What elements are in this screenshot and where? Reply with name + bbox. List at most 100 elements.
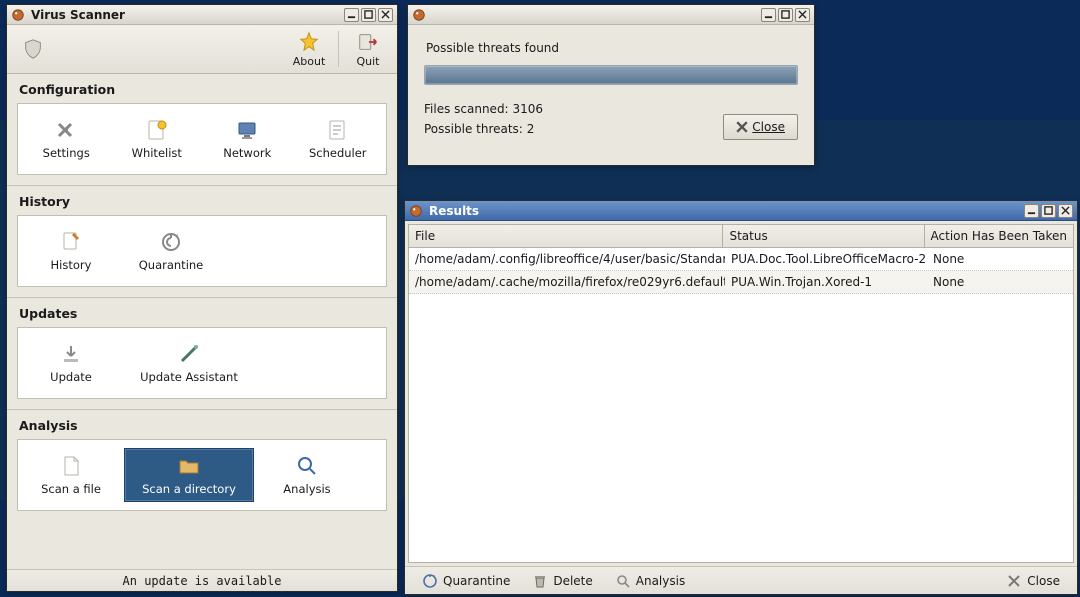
home-button[interactable]	[15, 27, 51, 72]
settings-icon	[54, 118, 78, 142]
footer-analysis-button[interactable]: Analysis	[606, 569, 694, 593]
table-header: File Status Action Has Been Taken	[409, 225, 1073, 248]
progress-bar	[424, 65, 798, 85]
cell-action: None	[927, 271, 1073, 293]
toolbar-separator	[338, 31, 339, 67]
magnifier-icon	[615, 573, 631, 589]
about-label: About	[293, 55, 326, 68]
app-icon	[412, 8, 426, 22]
app-icon	[409, 204, 423, 218]
status-bar: An update is available	[7, 569, 397, 591]
cell-file: /home/adam/.cache/mozilla/firefox/re029y…	[409, 271, 725, 293]
file-icon	[59, 454, 83, 478]
updates-section: Updates Update Update Assistant	[7, 297, 397, 409]
files-scanned-label: Files scanned:	[424, 102, 509, 116]
table-row[interactable]: /home/adam/.cache/mozilla/firefox/re029y…	[409, 271, 1073, 294]
minimize-button[interactable]	[1024, 204, 1039, 218]
quit-label: Quit	[357, 55, 380, 68]
cell-status: PUA.Doc.Tool.LibreOfficeMacro-2	[725, 248, 927, 270]
close-button[interactable]	[1058, 204, 1073, 218]
col-file[interactable]: File	[409, 225, 723, 247]
threats-dialog: Possible threats found Files scanned: 31…	[407, 4, 815, 166]
files-scanned-row: Files scanned: 3106	[424, 99, 723, 119]
quarantine-tile[interactable]: Quarantine	[124, 224, 218, 278]
scanner-toolbar: About Quit	[7, 25, 397, 74]
dialog-close-button[interactable]: Close	[723, 114, 798, 140]
configuration-section: Configuration Settings Whitelist Network…	[7, 74, 397, 185]
analysis-tile[interactable]: Analysis	[260, 448, 354, 502]
results-titlebar[interactable]: Results	[405, 201, 1077, 221]
possible-threats-value: 2	[527, 122, 535, 136]
footer-quarantine-label: Quarantine	[443, 574, 510, 588]
scheduler-label: Scheduler	[309, 146, 367, 160]
scanner-titlebar[interactable]: Virus Scanner	[7, 5, 397, 25]
analysis-label: Analysis	[283, 482, 330, 496]
footer-delete-button[interactable]: Delete	[523, 569, 601, 593]
scan-file-tile[interactable]: Scan a file	[24, 448, 118, 502]
close-button[interactable]	[795, 8, 810, 22]
maximize-button[interactable]	[361, 8, 376, 22]
quarantine-icon	[422, 573, 438, 589]
close-button[interactable]	[378, 8, 393, 22]
scheduler-icon	[326, 118, 350, 142]
table-row[interactable]: /home/adam/.config/libreoffice/4/user/ba…	[409, 248, 1073, 271]
minimize-button[interactable]	[344, 8, 359, 22]
scheduler-tile[interactable]: Scheduler	[296, 112, 381, 166]
footer-analysis-label: Analysis	[636, 574, 685, 588]
dialog-message: Possible threats found	[424, 35, 798, 65]
whitelist-tile[interactable]: Whitelist	[115, 112, 200, 166]
analysis-header: Analysis	[17, 410, 387, 439]
maximize-button[interactable]	[778, 8, 793, 22]
minimize-button[interactable]	[761, 8, 776, 22]
history-section: History History Quarantine	[7, 185, 397, 297]
configuration-header: Configuration	[17, 74, 387, 103]
magnifier-icon	[295, 454, 319, 478]
scan-directory-label: Scan a directory	[142, 482, 236, 496]
results-title: Results	[429, 204, 1018, 218]
col-status[interactable]: Status	[723, 225, 924, 247]
cell-status: PUA.Win.Trojan.Xored-1	[725, 271, 927, 293]
update-assistant-label: Update Assistant	[140, 370, 238, 384]
status-text: An update is available	[123, 574, 282, 588]
dialog-close-label: Close	[752, 120, 785, 134]
network-tile[interactable]: Network	[205, 112, 290, 166]
network-icon	[235, 118, 259, 142]
close-icon	[736, 121, 748, 133]
footer-close-label: Close	[1027, 574, 1060, 588]
app-icon	[11, 8, 25, 22]
footer-quarantine-button[interactable]: Quarantine	[413, 569, 519, 593]
whitelist-label: Whitelist	[132, 146, 182, 160]
settings-tile[interactable]: Settings	[24, 112, 109, 166]
footer-delete-label: Delete	[553, 574, 592, 588]
footer-close-button[interactable]: Close	[997, 569, 1069, 593]
possible-threats-label: Possible threats:	[424, 122, 523, 136]
results-footer: Quarantine Delete Analysis Close	[405, 566, 1077, 594]
quit-button[interactable]: Quit	[347, 27, 389, 72]
virus-scanner-window: Virus Scanner About Quit	[6, 4, 398, 592]
settings-label: Settings	[43, 146, 90, 160]
dialog-titlebar[interactable]	[408, 5, 814, 25]
whitelist-icon	[145, 118, 169, 142]
network-label: Network	[223, 146, 271, 160]
analysis-section: Analysis Scan a file Scan a directory An…	[7, 409, 397, 521]
results-table: File Status Action Has Been Taken /home/…	[408, 224, 1074, 563]
update-tile[interactable]: Update	[24, 336, 118, 390]
cell-action: None	[927, 248, 1073, 270]
update-label: Update	[50, 370, 92, 384]
close-icon	[1006, 573, 1022, 589]
shield-icon	[22, 38, 44, 60]
update-icon	[59, 342, 83, 366]
possible-threats-row: Possible threats: 2	[424, 119, 723, 139]
scan-directory-tile[interactable]: Scan a directory	[124, 448, 254, 502]
wand-icon	[177, 342, 201, 366]
updates-header: Updates	[17, 298, 387, 327]
update-assistant-tile[interactable]: Update Assistant	[124, 336, 254, 390]
maximize-button[interactable]	[1041, 204, 1056, 218]
quit-icon	[357, 31, 379, 53]
quarantine-icon	[159, 230, 183, 254]
cell-file: /home/adam/.config/libreoffice/4/user/ba…	[409, 248, 725, 270]
history-icon	[59, 230, 83, 254]
col-action[interactable]: Action Has Been Taken	[925, 225, 1073, 247]
about-button[interactable]: About	[288, 27, 330, 72]
history-tile[interactable]: History	[24, 224, 118, 278]
